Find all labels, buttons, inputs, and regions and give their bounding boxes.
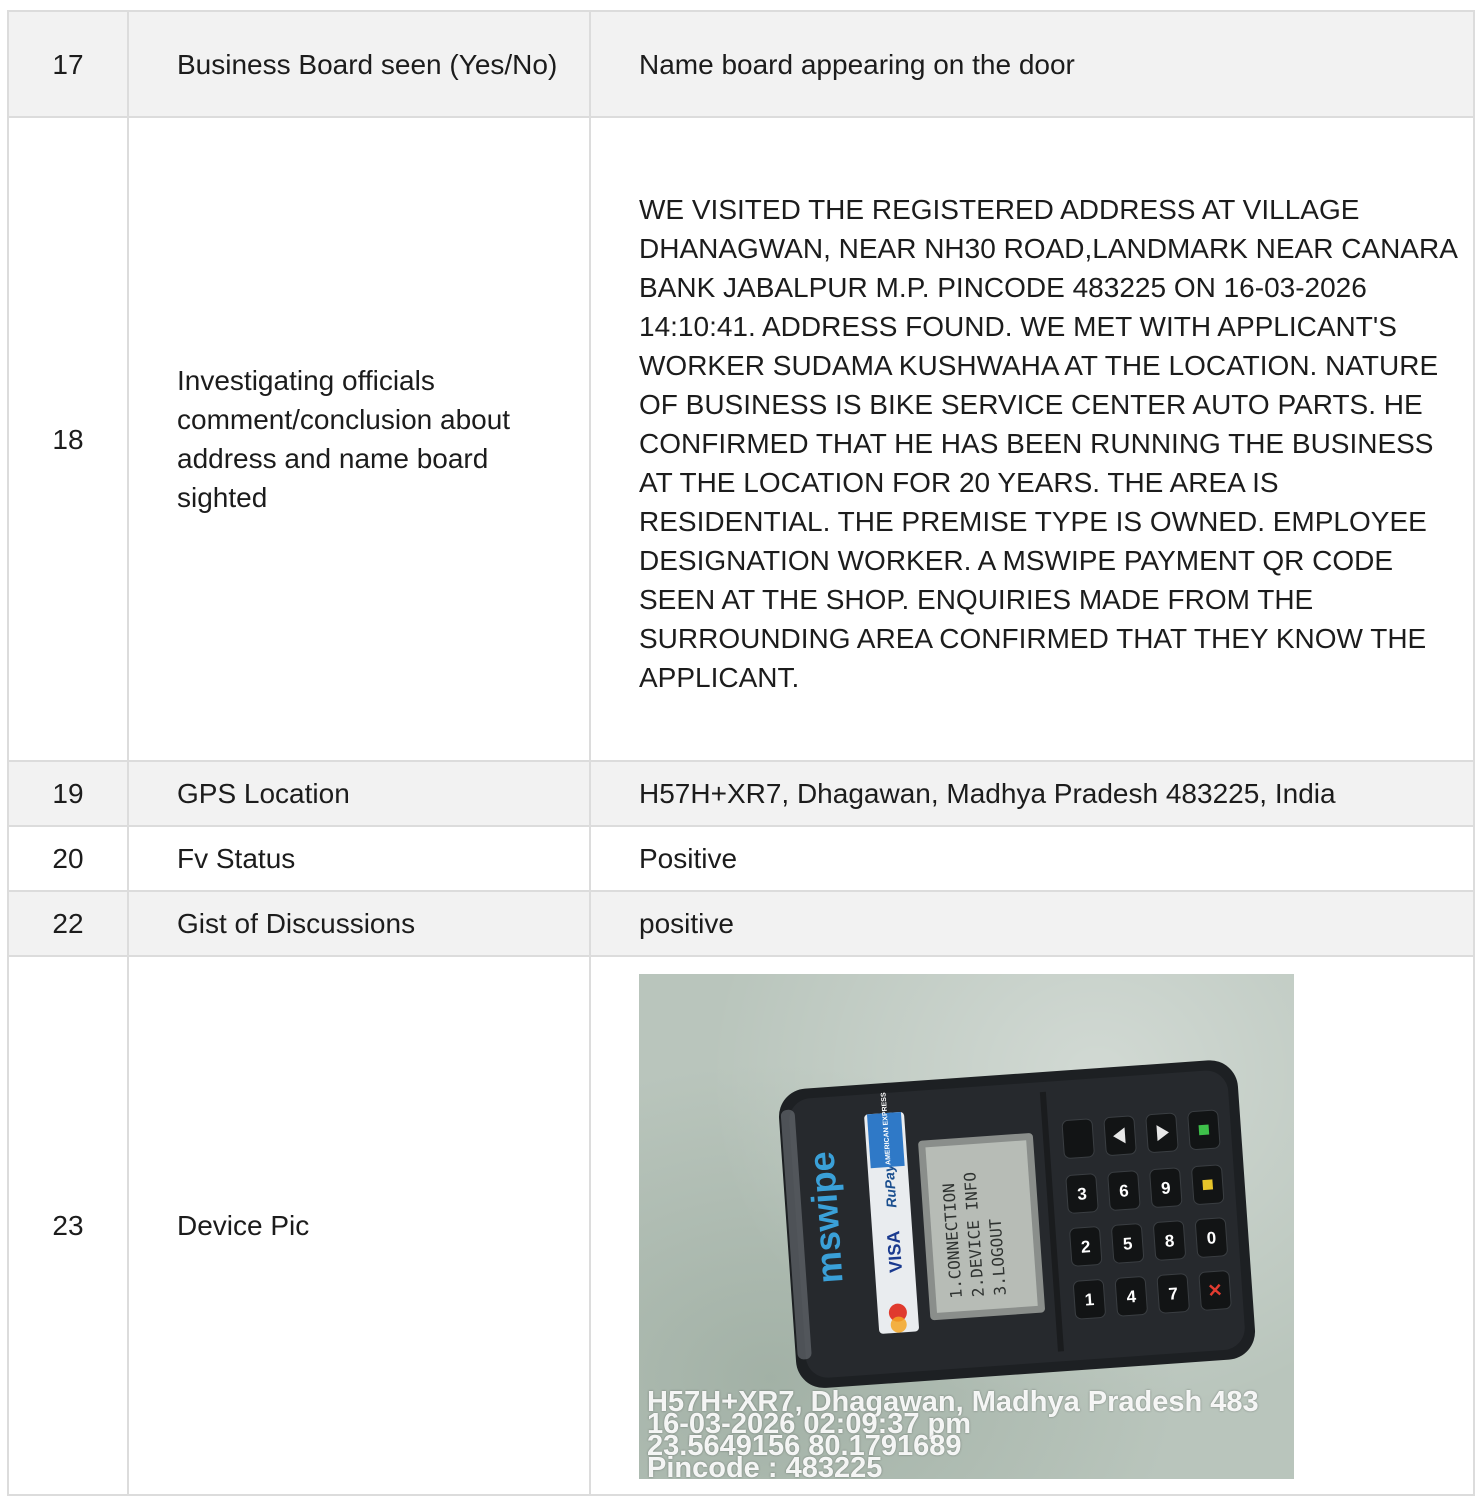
power-key bbox=[1061, 1118, 1095, 1159]
photo-geotag-stamp: H57H+XR7, Dhagawan, Madhya Pradesh 483 1… bbox=[647, 1388, 1294, 1480]
key-3-label: 3 bbox=[1077, 1184, 1088, 1204]
clear-key-icon bbox=[1202, 1179, 1214, 1191]
row-label: Investigating officials comment/conclusi… bbox=[127, 116, 591, 762]
row-value: mswipe VISA RuPay AMERICAN EXPRESS 1.CON… bbox=[589, 955, 1475, 1496]
row-label: Gist of Discussions bbox=[127, 890, 591, 957]
table-row: 18 Investigating officials comment/concl… bbox=[7, 116, 1475, 762]
row-number: 19 bbox=[7, 760, 129, 827]
key-6-label: 6 bbox=[1119, 1181, 1130, 1201]
row-number: 17 bbox=[7, 10, 129, 118]
row-label: GPS Location bbox=[127, 760, 591, 827]
row-label: Device Pic bbox=[127, 955, 591, 1496]
key-9-label: 9 bbox=[1160, 1178, 1171, 1198]
table-row: 20 Fv Status Positive bbox=[7, 825, 1475, 892]
device-photo: mswipe VISA RuPay AMERICAN EXPRESS 1.CON… bbox=[639, 974, 1294, 1479]
row-number: 23 bbox=[7, 955, 129, 1496]
key-4-label: 4 bbox=[1126, 1287, 1137, 1307]
report-table: 17 Business Board seen (Yes/No) Name boa… bbox=[7, 10, 1475, 1496]
key-1-label: 1 bbox=[1084, 1290, 1095, 1310]
row-number: 22 bbox=[7, 890, 129, 957]
key-2-label: 2 bbox=[1080, 1237, 1091, 1257]
key-0-label: 0 bbox=[1206, 1228, 1217, 1248]
cancel-key-icon: ✕ bbox=[1207, 1280, 1223, 1301]
key-5-label: 5 bbox=[1122, 1234, 1133, 1254]
enter-key-icon bbox=[1198, 1124, 1210, 1136]
stamp-pincode: Pincode : 483225 bbox=[647, 1452, 883, 1480]
row-value: Name board appearing on the door bbox=[589, 10, 1475, 118]
row-number: 18 bbox=[7, 116, 129, 762]
row-number: 20 bbox=[7, 825, 129, 892]
table-row: 23 Device Pic mswipe VISA RuPay AMERICAN… bbox=[7, 955, 1475, 1496]
table-row: 19 GPS Location H57H+XR7, Dhagawan, Madh… bbox=[7, 760, 1475, 827]
key-7-label: 7 bbox=[1168, 1284, 1179, 1304]
key-8-label: 8 bbox=[1164, 1231, 1175, 1251]
row-label: Business Board seen (Yes/No) bbox=[127, 10, 591, 118]
row-label: Fv Status bbox=[127, 825, 591, 892]
row-value: Positive bbox=[589, 825, 1475, 892]
row-value: positive bbox=[589, 890, 1475, 957]
visa-logo: VISA bbox=[883, 1230, 906, 1273]
row-value: H57H+XR7, Dhagawan, Madhya Pradesh 48322… bbox=[589, 760, 1475, 827]
rupay-logo: RuPay bbox=[880, 1163, 899, 1209]
row-value: WE VISITED THE REGISTERED ADDRESS AT VIL… bbox=[589, 116, 1475, 762]
table-row: 22 Gist of Discussions positive bbox=[7, 890, 1475, 957]
table-row: 17 Business Board seen (Yes/No) Name boa… bbox=[7, 10, 1475, 118]
